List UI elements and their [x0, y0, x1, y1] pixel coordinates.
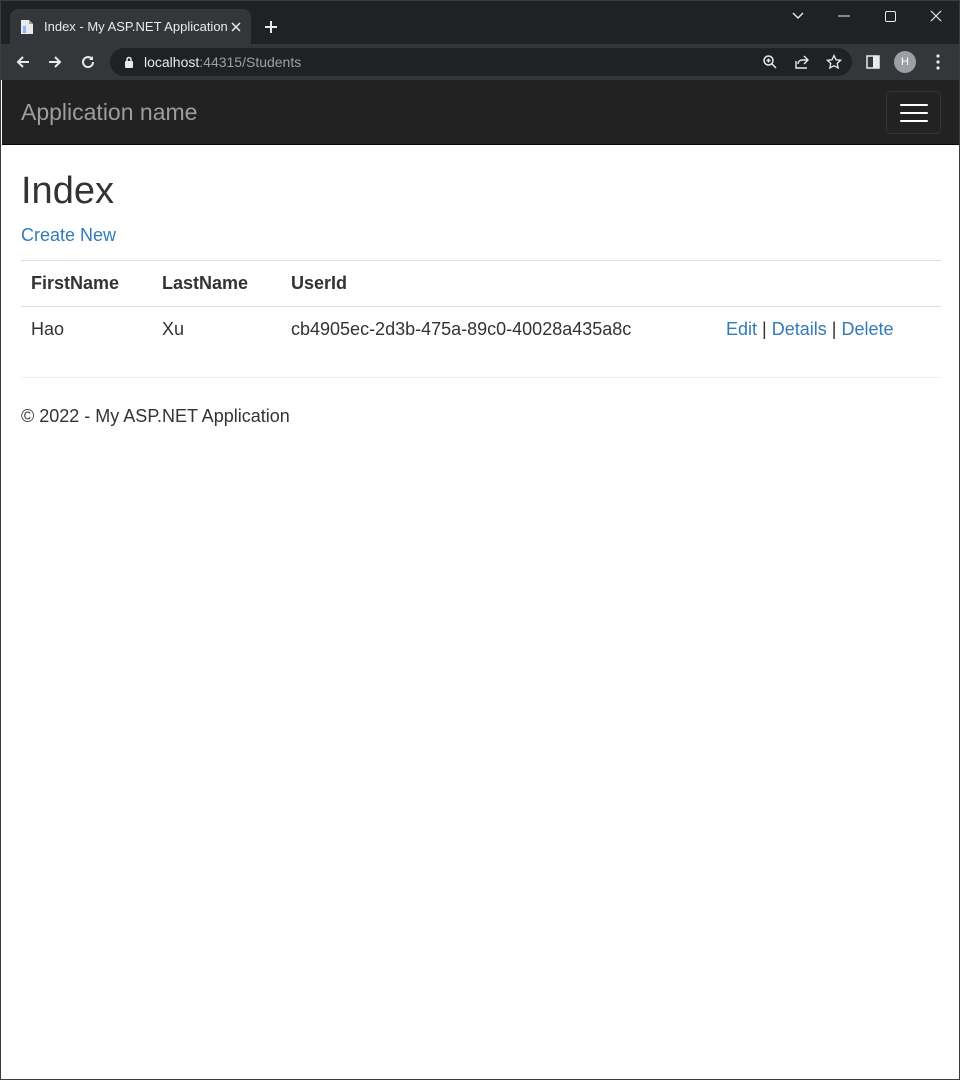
- menu-kebab-icon[interactable]: [924, 48, 952, 76]
- close-window-icon[interactable]: [913, 1, 959, 31]
- column-header-firstname: FirstName: [21, 260, 152, 307]
- create-new-link[interactable]: Create New: [21, 225, 116, 246]
- reload-icon[interactable]: [74, 48, 102, 76]
- details-link[interactable]: Details: [772, 319, 827, 339]
- browser-toolbar: localhost:44315/Students H: [1, 44, 959, 80]
- minimize-icon[interactable]: [821, 1, 867, 31]
- page-icon: [20, 19, 34, 35]
- separator: |: [831, 319, 837, 340]
- url-path: :44315/Students: [199, 54, 302, 70]
- table-row: Hao Xu cb4905ec-2d3b-475a-89c0-40028a435…: [21, 307, 941, 353]
- delete-link[interactable]: Delete: [842, 319, 894, 339]
- address-bar[interactable]: localhost:44315/Students: [110, 48, 852, 76]
- maximize-icon[interactable]: [867, 1, 913, 31]
- tab-strip: Index - My ASP.NET Application: [1, 1, 959, 44]
- column-header-actions: [716, 260, 941, 307]
- close-tab-icon[interactable]: [228, 17, 245, 37]
- profile-avatar[interactable]: H: [891, 48, 919, 76]
- zoom-icon[interactable]: [760, 52, 780, 72]
- footer-divider: [21, 377, 941, 378]
- hamburger-bar: [899, 119, 928, 122]
- separator: |: [762, 319, 767, 340]
- url-text: localhost:44315/Students: [144, 54, 301, 70]
- cell-lastname: Xu: [162, 319, 185, 340]
- side-panel-icon[interactable]: [859, 48, 887, 76]
- back-icon[interactable]: [9, 48, 37, 76]
- footer-text: © 2022 - My ASP.NET Application: [21, 406, 290, 426]
- new-tab-icon[interactable]: [259, 15, 283, 39]
- cell-userid: cb4905ec-2d3b-475a-89c0-40028a435a8c: [291, 319, 632, 340]
- edit-link[interactable]: Edit: [726, 319, 757, 339]
- table-header-row: FirstName LastName UserId: [21, 260, 941, 307]
- profile-initial: H: [894, 51, 916, 73]
- brand-link[interactable]: Application name: [21, 99, 197, 126]
- students-table: FirstName LastName UserId Hao Xu cb4905e…: [21, 260, 941, 353]
- nav-toggle-button[interactable]: [886, 91, 941, 134]
- hamburger-bar: [899, 111, 928, 114]
- column-header-userid: UserId: [281, 260, 716, 307]
- site-navbar: Application name: [2, 80, 959, 145]
- cell-firstname: Hao: [31, 319, 65, 340]
- url-host: localhost: [144, 54, 200, 70]
- bookmark-star-icon[interactable]: [824, 52, 844, 72]
- column-header-lastname: LastName: [152, 260, 281, 307]
- lock-icon[interactable]: [122, 55, 136, 69]
- browser-window: Index - My ASP.NET Application localhost…: [0, 0, 960, 1080]
- hamburger-bar: [899, 103, 928, 106]
- tab-title: Index - My ASP.NET Application: [44, 19, 228, 34]
- share-icon[interactable]: [792, 52, 812, 72]
- cell-actions: Edit | Details | Delete: [716, 307, 941, 353]
- tab-search-icon[interactable]: [775, 1, 821, 31]
- browser-tab[interactable]: Index - My ASP.NET Application: [10, 9, 251, 44]
- page-title: Index: [21, 170, 114, 212]
- forward-icon[interactable]: [41, 48, 69, 76]
